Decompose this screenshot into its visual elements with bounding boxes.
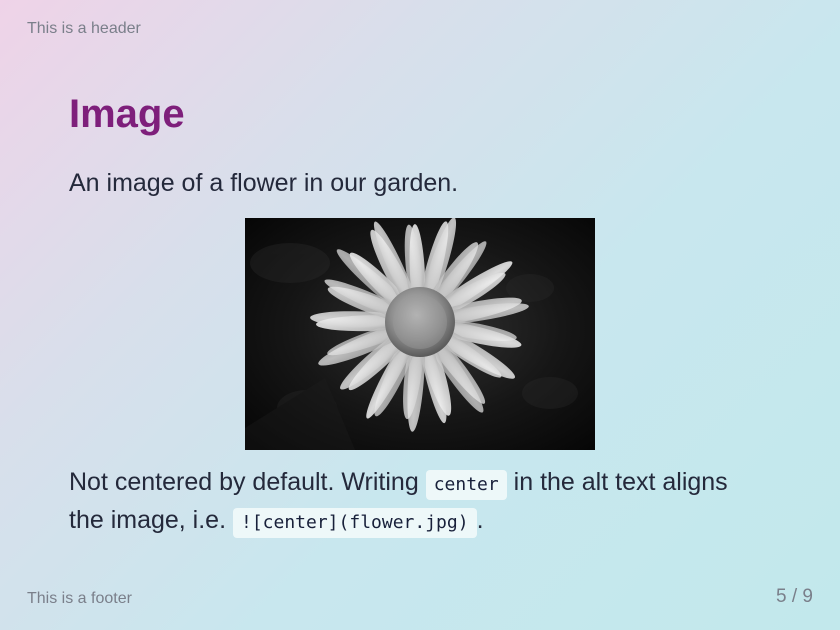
slide-header: This is a header xyxy=(27,20,141,37)
intro-text: An image of a flower in our garden. xyxy=(69,169,459,197)
flower-photo xyxy=(245,218,595,450)
slide-title: Image xyxy=(69,92,185,136)
flower-image xyxy=(245,218,595,450)
explanation-period: . xyxy=(476,506,484,534)
inline-code-center: center xyxy=(425,470,507,501)
inline-code-markdown: ![center](flower.jpg) xyxy=(232,508,477,539)
explanation-part-1: Not centered by default. Writing xyxy=(69,468,419,496)
page-number: 5 / 9 xyxy=(776,586,813,607)
slide: This is a header Image An image of a flo… xyxy=(0,0,840,630)
explanation-paragraph: Not centered by default. Writing center … xyxy=(69,463,769,539)
slide-footer: This is a footer xyxy=(27,590,132,607)
